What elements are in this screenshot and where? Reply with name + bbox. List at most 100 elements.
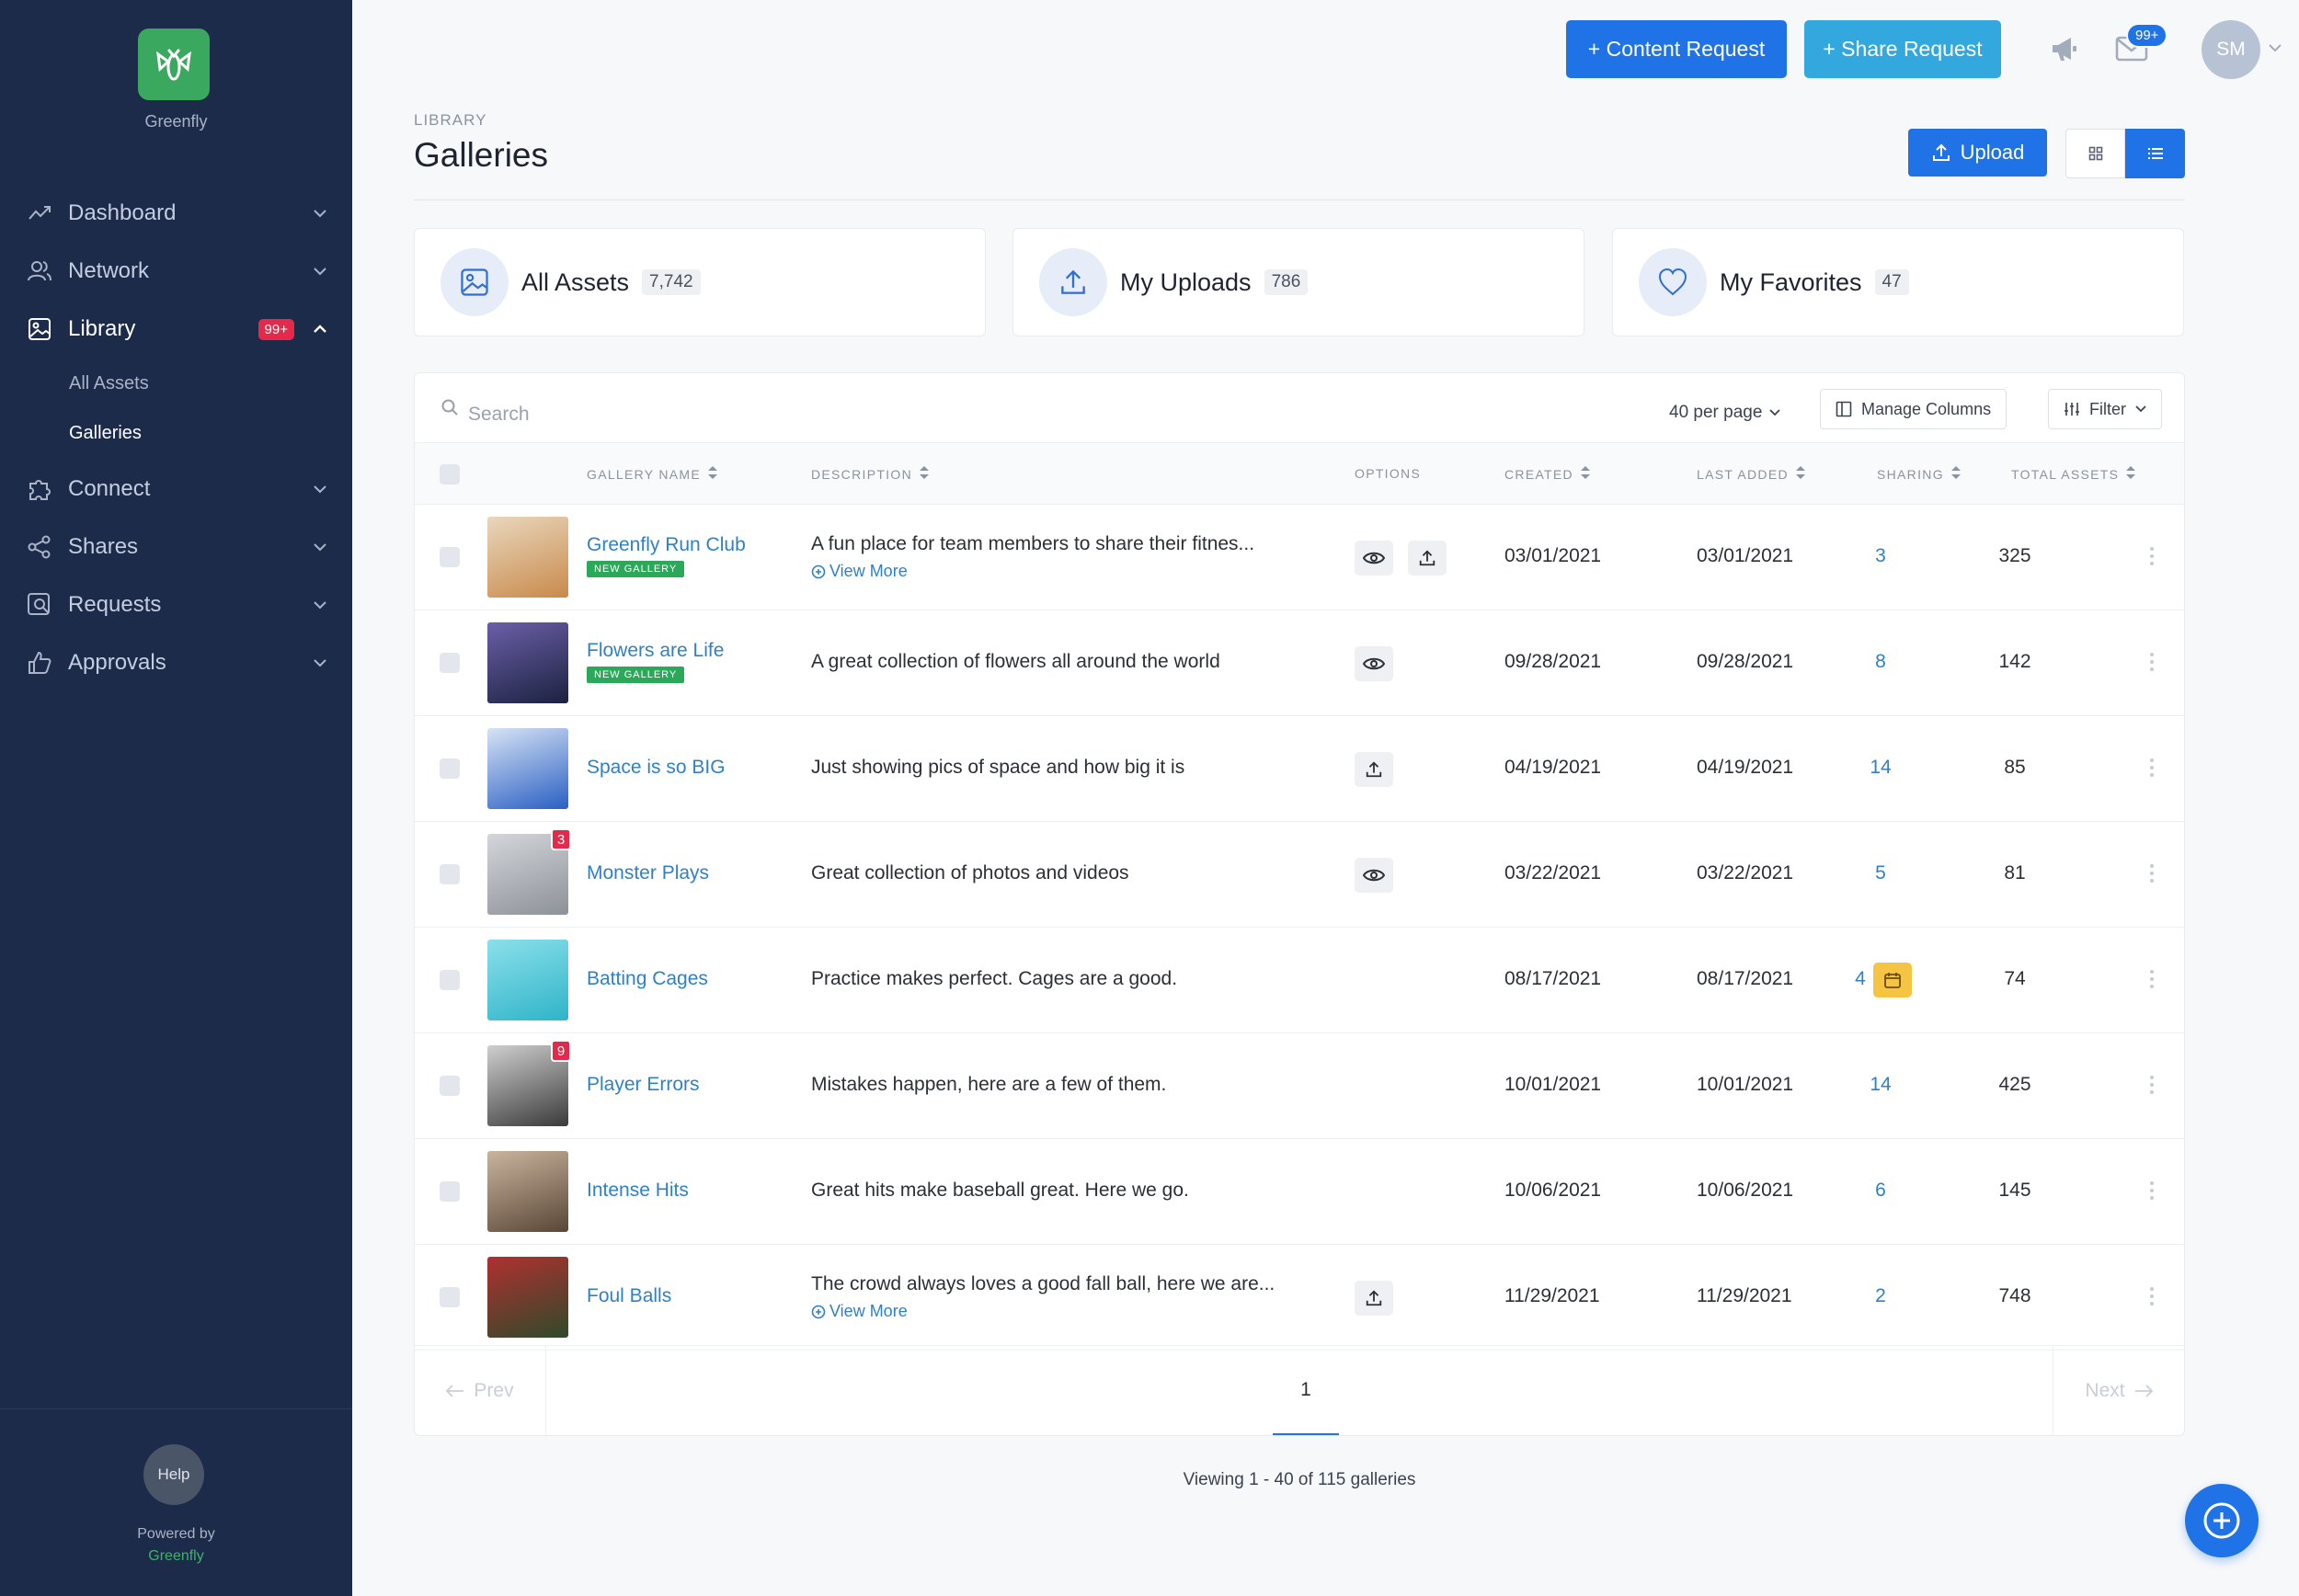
my-uploads-card[interactable]: My Uploads 786	[1012, 228, 1584, 336]
sidebar-item-approvals[interactable]: Approvals	[26, 644, 329, 681]
calendar-icon[interactable]	[1873, 963, 1912, 998]
search-input[interactable]	[468, 396, 1020, 433]
sharing-count-link[interactable]: 8	[1853, 651, 1908, 673]
gallery-thumbnail[interactable]	[487, 1257, 568, 1338]
add-button[interactable]	[2185, 1484, 2259, 1557]
next-label: Next	[2085, 1379, 2125, 1401]
gallery-thumbnail[interactable]	[487, 517, 568, 598]
gallery-thumbnail[interactable]	[487, 728, 568, 809]
gallery-name-link[interactable]: Greenfly Run Club	[587, 534, 746, 556]
column-last-added[interactable]: LAST ADDED	[1697, 466, 1805, 482]
sidebar-subitem-all-assets[interactable]: All Assets	[69, 373, 149, 394]
row-checkbox[interactable]	[440, 547, 460, 567]
column-sharing[interactable]: SHARING	[1877, 466, 1961, 482]
sliders-icon	[2065, 403, 2079, 416]
trending-up-icon	[26, 200, 53, 227]
sidebar-item-network[interactable]: Network	[26, 253, 329, 290]
prev-page-button[interactable]: Prev	[415, 1346, 546, 1435]
sharing-count-link[interactable]: 14	[1853, 757, 1908, 779]
content-request-button[interactable]: + Content Request	[1566, 20, 1787, 78]
upload-icon[interactable]	[1408, 541, 1447, 576]
table-row[interactable]: Greenfly Run Club NEW GALLERY A fun plac…	[415, 505, 2184, 610]
view-more-link[interactable]: View More	[811, 1302, 908, 1321]
sidebar-item-dashboard[interactable]: Dashboard	[26, 195, 329, 232]
chevron-down-icon[interactable]	[2268, 40, 2282, 57]
table-row[interactable]: Intense Hits Great hits make baseball gr…	[415, 1139, 2184, 1245]
upload-icon[interactable]	[1355, 1281, 1393, 1316]
last-added-date: 03/22/2021	[1697, 862, 1794, 884]
sharing-count-link[interactable]: 3	[1853, 545, 1908, 567]
avatar[interactable]: SM	[2202, 20, 2260, 79]
view-more-label: View More	[829, 562, 908, 580]
gallery-name-link[interactable]: Batting Cages	[587, 968, 708, 990]
table-row[interactable]: Batting Cages Practice makes perfect. Ca…	[415, 928, 2184, 1033]
row-checkbox[interactable]	[440, 1076, 460, 1096]
filter-button[interactable]: Filter	[2048, 389, 2162, 429]
more-options-icon[interactable]	[2149, 758, 2155, 782]
row-checkbox[interactable]	[440, 1181, 460, 1202]
greenfly-logo[interactable]	[138, 28, 210, 100]
my-favorites-card[interactable]: My Favorites 47	[1612, 228, 2184, 336]
gallery-name-link[interactable]: Player Errors	[587, 1074, 700, 1096]
row-checkbox[interactable]	[440, 1287, 460, 1307]
gallery-name-link[interactable]: Flowers are Life	[587, 640, 724, 662]
column-description[interactable]: DESCRIPTION	[811, 466, 929, 482]
gallery-name-link[interactable]: Monster Plays	[587, 862, 709, 884]
grid-view-toggle[interactable]	[2065, 129, 2125, 178]
sidebar-item-library[interactable]: Library 99+	[26, 311, 329, 348]
column-total-assets[interactable]: TOTAL ASSETS	[2011, 466, 2136, 482]
more-options-icon[interactable]	[2149, 1286, 2155, 1311]
gallery-thumbnail[interactable]	[487, 622, 568, 703]
share-request-button[interactable]: + Share Request	[1804, 20, 2001, 78]
row-checkbox[interactable]	[440, 653, 460, 673]
gallery-name-link[interactable]: Space is so BIG	[587, 757, 726, 779]
list-view-toggle[interactable]	[2125, 129, 2185, 178]
more-options-icon[interactable]	[2149, 863, 2155, 888]
row-checkbox[interactable]	[440, 970, 460, 990]
page-number[interactable]: 1	[1273, 1346, 1339, 1435]
gallery-thumbnail[interactable]	[487, 940, 568, 1020]
upload-button[interactable]: Upload	[1908, 129, 2047, 177]
table-row[interactable]: Space is so BIG Just showing pics of spa…	[415, 716, 2184, 822]
sharing-count-link[interactable]: 14	[1853, 1074, 1908, 1096]
more-options-icon[interactable]	[2149, 652, 2155, 677]
upload-icon[interactable]	[1355, 752, 1393, 787]
next-page-button[interactable]: Next	[2053, 1346, 2184, 1435]
row-checkbox[interactable]	[440, 864, 460, 884]
more-options-icon[interactable]	[2149, 546, 2155, 571]
column-gallery-name[interactable]: GALLERY NAME	[587, 466, 718, 482]
megaphone-icon[interactable]	[2049, 33, 2080, 64]
eye-icon[interactable]	[1355, 858, 1393, 893]
eye-icon[interactable]	[1355, 646, 1393, 681]
gallery-thumbnail[interactable]	[487, 1151, 568, 1232]
brand-name: Greenfly	[144, 112, 208, 131]
sharing-count-link[interactable]: 2	[1853, 1285, 1908, 1307]
help-button[interactable]: Help	[143, 1444, 204, 1505]
select-all-checkbox[interactable]	[440, 464, 460, 484]
column-label: OPTIONS	[1355, 466, 1422, 481]
column-created[interactable]: CREATED	[1504, 466, 1590, 482]
per-page-select[interactable]: 40 per page	[1669, 394, 1781, 431]
more-options-icon[interactable]	[2149, 969, 2155, 994]
gallery-name-link[interactable]: Intense Hits	[587, 1180, 689, 1202]
more-options-icon[interactable]	[2149, 1075, 2155, 1100]
eye-icon[interactable]	[1355, 541, 1393, 576]
all-assets-card[interactable]: All Assets 7,742	[414, 228, 986, 336]
sidebar-item-connect[interactable]: Connect	[26, 471, 329, 507]
sidebar-item-requests[interactable]: Requests	[26, 587, 329, 623]
table-row[interactable]: 9 Player Errors Mistakes happen, here ar…	[415, 1033, 2184, 1139]
manage-columns-button[interactable]: Manage Columns	[1820, 389, 2007, 429]
powered-by-brand[interactable]: Greenfly	[0, 1545, 352, 1568]
more-options-icon[interactable]	[2149, 1180, 2155, 1205]
breadcrumb[interactable]: LIBRARY	[414, 111, 486, 130]
sharing-count-link[interactable]: 6	[1853, 1180, 1908, 1202]
sharing-count-link[interactable]: 5	[1853, 862, 1908, 884]
row-checkbox[interactable]	[440, 758, 460, 779]
sidebar-subitem-galleries[interactable]: Galleries	[69, 423, 142, 444]
gallery-name-link[interactable]: Foul Balls	[587, 1285, 671, 1307]
table-row[interactable]: Flowers are Life NEW GALLERY A great col…	[415, 610, 2184, 716]
sidebar-item-shares[interactable]: Shares	[26, 529, 329, 565]
table-row[interactable]: Foul Balls The crowd always loves a good…	[415, 1245, 2184, 1351]
view-more-link[interactable]: View More	[811, 562, 908, 581]
table-row[interactable]: 3 Monster Plays Great collection of phot…	[415, 822, 2184, 928]
